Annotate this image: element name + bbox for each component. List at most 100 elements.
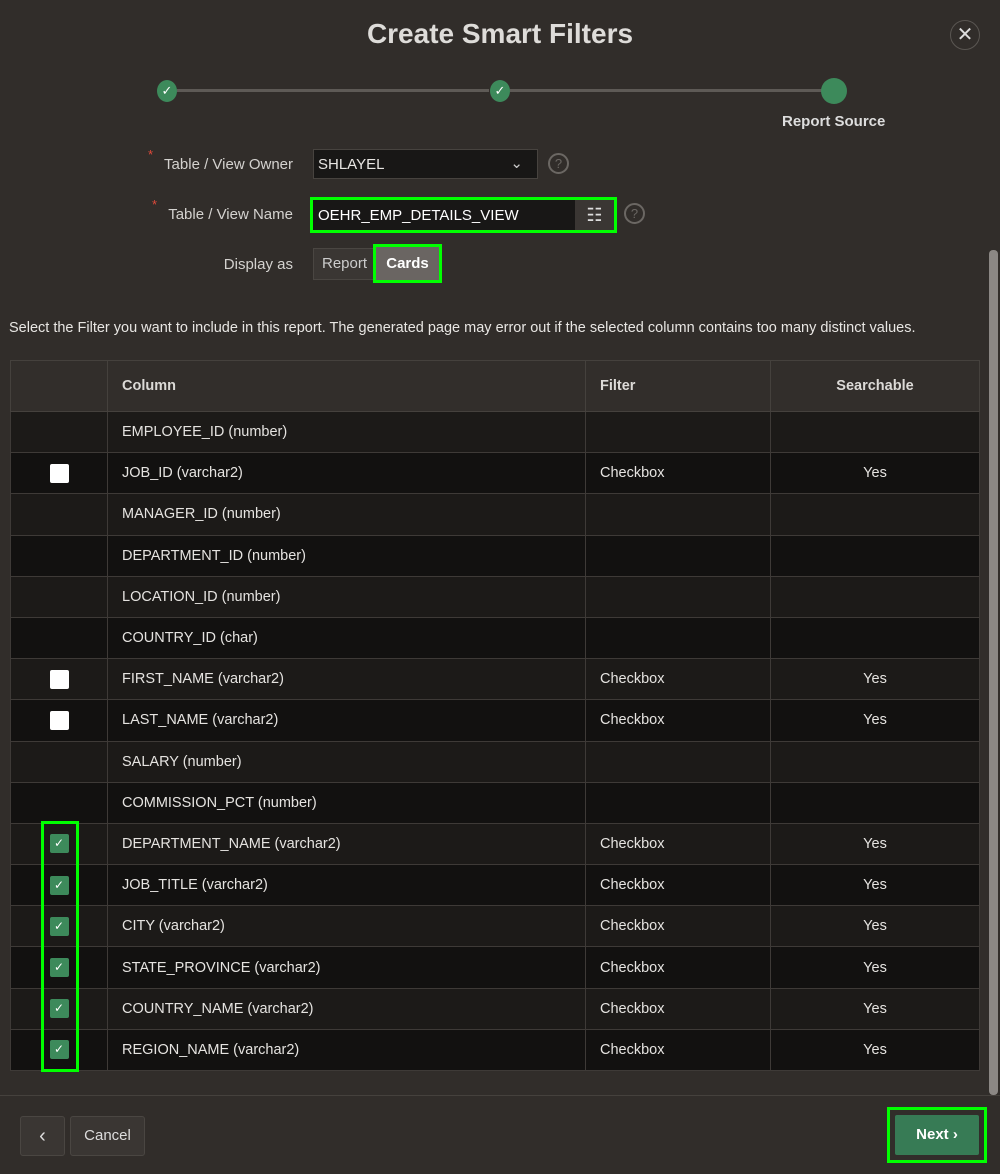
filter-cell <box>585 740 771 783</box>
owner-select[interactable]: SHLAYEL ⌄ <box>313 149 538 179</box>
column-cell: SALARY (number) <box>107 740 586 783</box>
column-cell: DEPARTMENT_ID (number) <box>107 534 586 577</box>
filter-cell: Checkbox <box>585 822 771 866</box>
header-searchable: Searchable <box>770 360 980 412</box>
table-row: DEPARTMENT_ID (number) <box>10 534 980 577</box>
table-row: EMPLOYEE_ID (number) <box>10 410 980 454</box>
searchable-cell: Yes <box>770 864 980 907</box>
filter-cell: Checkbox <box>585 452 771 495</box>
filter-cell <box>585 493 771 536</box>
filter-cell <box>585 410 771 454</box>
table-row: COMMISSION_PCT (number) <box>10 781 980 824</box>
filter-cell: Checkbox <box>585 864 771 907</box>
filter-cell: Checkbox <box>585 987 771 1030</box>
searchable-cell: Yes <box>770 822 980 866</box>
table-row: COUNTRY_ID (char) <box>10 616 980 660</box>
step-current <box>821 78 847 104</box>
unchecked-checkbox[interactable] <box>49 710 69 730</box>
column-cell: REGION_NAME (varchar2) <box>107 1028 586 1072</box>
cancel-button[interactable]: Cancel <box>70 1116 145 1156</box>
select-cell <box>10 658 108 701</box>
select-cell <box>10 616 108 660</box>
column-cell: CITY (varchar2) <box>107 905 586 948</box>
header-column: Column <box>107 360 586 412</box>
select-cell <box>10 575 108 618</box>
list-of-values-icon[interactable]: ☷ <box>575 200 614 230</box>
select-cell <box>10 452 108 495</box>
header-select <box>10 360 108 412</box>
table-row: MANAGER_ID (number) <box>10 493 980 536</box>
table-row: ✓ REGION_NAME (varchar2) Checkbox Yes <box>10 1028 980 1072</box>
step-label: Report Source <box>782 113 886 130</box>
back-button[interactable]: ‹ <box>20 1116 65 1156</box>
scrollbar[interactable] <box>989 250 998 1095</box>
searchable-cell <box>770 534 980 577</box>
table-row: SALARY (number) <box>10 740 980 783</box>
step-complete-check-icon: ✓ <box>157 80 177 102</box>
column-cell: JOB_ID (varchar2) <box>107 452 586 495</box>
next-button[interactable]: Next › <box>887 1107 987 1163</box>
footer-divider <box>0 1095 1000 1096</box>
column-cell: EMPLOYEE_ID (number) <box>107 410 586 454</box>
filter-cell <box>585 781 771 824</box>
column-cell: COUNTRY_NAME (varchar2) <box>107 987 586 1030</box>
help-icon[interactable]: ? <box>548 153 569 174</box>
wizard-connector <box>510 89 822 92</box>
column-cell: FIRST_NAME (varchar2) <box>107 658 586 701</box>
next-label: Next <box>916 1126 949 1143</box>
select-cell <box>10 410 108 454</box>
instructions-text: Select the Filter you want to include in… <box>9 320 916 336</box>
searchable-cell <box>770 781 980 824</box>
select-cell <box>10 781 108 824</box>
select-cell <box>10 740 108 783</box>
table-row: ✓ STATE_PROVINCE (varchar2) Checkbox Yes <box>10 946 980 989</box>
searchable-cell: Yes <box>770 1028 980 1072</box>
table-row: ✓ JOB_TITLE (varchar2) Checkbox Yes <box>10 864 980 907</box>
filter-columns-table: Column Filter Searchable EMPLOYEE_ID (nu… <box>10 360 980 1072</box>
dialog-title: Create Smart Filters <box>366 18 634 49</box>
searchable-cell: Yes <box>770 987 980 1030</box>
table-row: ✓ COUNTRY_NAME (varchar2) Checkbox Yes <box>10 987 980 1030</box>
select-cell <box>10 493 108 536</box>
searchable-cell <box>770 410 980 454</box>
select-cell <box>10 534 108 577</box>
unchecked-checkbox[interactable] <box>49 463 69 483</box>
header-filter: Filter <box>585 360 771 412</box>
searchable-cell: Yes <box>770 452 980 495</box>
unchecked-checkbox[interactable] <box>49 669 69 689</box>
column-cell: JOB_TITLE (varchar2) <box>107 864 586 907</box>
table-row: ✓ CITY (varchar2) Checkbox Yes <box>10 905 980 948</box>
chevron-down-icon: ⌄ <box>510 155 523 172</box>
wizard-connector <box>177 89 489 92</box>
filter-cell <box>585 616 771 660</box>
display-as-label: Display as <box>223 256 293 273</box>
column-cell: LOCATION_ID (number) <box>107 575 586 618</box>
display-cards-option[interactable]: Cards <box>373 244 442 283</box>
column-cell: LAST_NAME (varchar2) <box>107 699 586 742</box>
filter-cell: Checkbox <box>585 658 771 701</box>
column-cell: STATE_PROVINCE (varchar2) <box>107 946 586 989</box>
select-cell <box>10 699 108 742</box>
table-row: ✓ DEPARTMENT_NAME (varchar2) Checkbox Ye… <box>10 822 980 866</box>
column-cell: DEPARTMENT_NAME (varchar2) <box>107 822 586 866</box>
table-row: LOCATION_ID (number) <box>10 575 980 618</box>
filter-cell: Checkbox <box>585 905 771 948</box>
filter-cell: Checkbox <box>585 946 771 989</box>
filter-cell <box>585 534 771 577</box>
searchable-cell: Yes <box>770 658 980 701</box>
chevron-right-icon: › <box>952 1126 958 1143</box>
table-name-input[interactable]: OEHR_EMP_DETAILS_VIEW ☷ <box>310 197 617 233</box>
filter-cell <box>585 575 771 618</box>
column-cell: MANAGER_ID (number) <box>107 493 586 536</box>
selection-highlight <box>41 821 79 1072</box>
table-row: JOB_ID (varchar2) Checkbox Yes <box>10 452 980 495</box>
table-row: LAST_NAME (varchar2) Checkbox Yes <box>10 699 980 742</box>
close-icon[interactable]: ✕ <box>950 20 980 50</box>
searchable-cell <box>770 493 980 536</box>
help-icon[interactable]: ? <box>624 203 645 224</box>
column-cell: COUNTRY_ID (char) <box>107 616 586 660</box>
step-complete-check-icon: ✓ <box>490 80 510 102</box>
display-report-option[interactable]: Report <box>313 248 376 280</box>
filter-cell: Checkbox <box>585 699 771 742</box>
table-name-value: OEHR_EMP_DETAILS_VIEW <box>318 207 519 224</box>
